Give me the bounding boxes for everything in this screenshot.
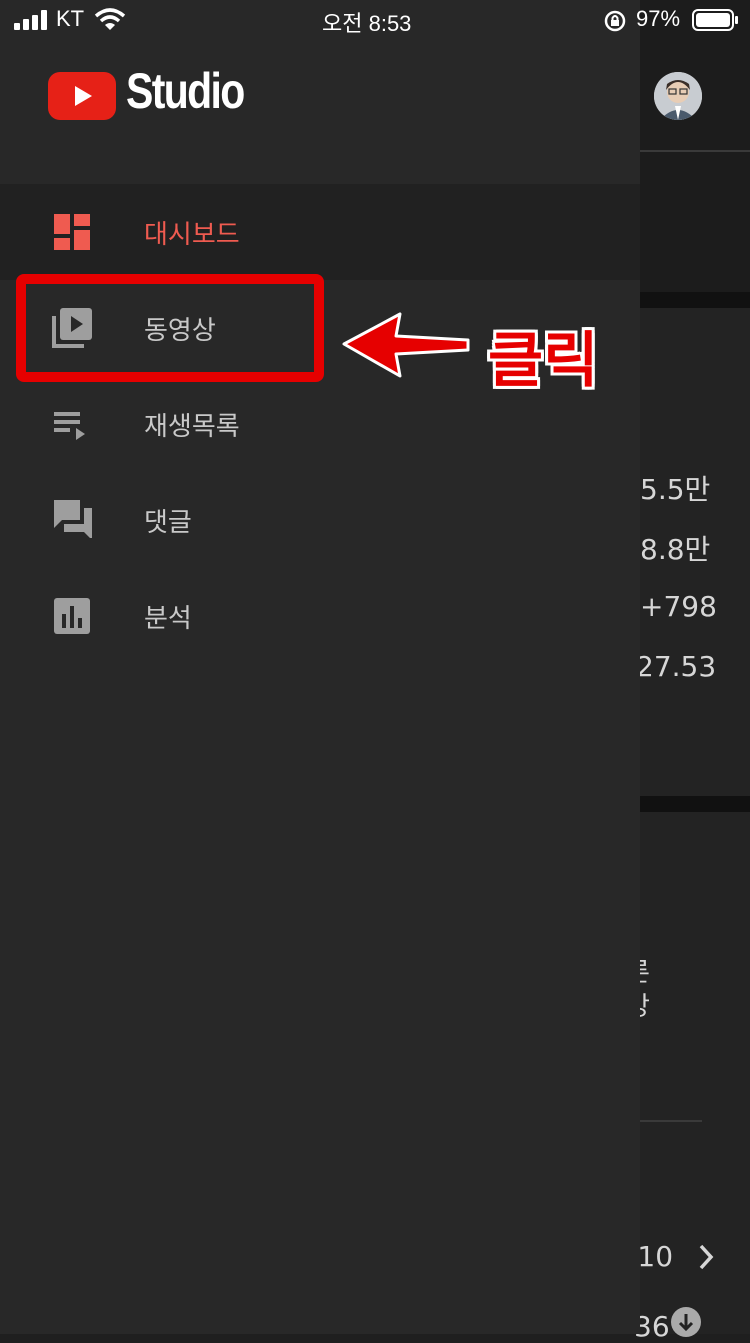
signal-icon — [14, 10, 47, 30]
nav-label: 대시보드 — [144, 220, 240, 250]
dashboard-icon — [54, 214, 90, 250]
drawer-header: Studio — [0, 40, 640, 184]
nav-item-dashboard[interactable]: 대시보드 — [0, 184, 640, 280]
card-divider — [640, 1120, 702, 1122]
carrier-label: KT — [56, 6, 85, 31]
status-bar: KT 오전 8:53 97% — [0, 0, 750, 40]
studio-logo-text: Studio — [126, 63, 245, 119]
chevron-right-icon[interactable] — [696, 1242, 718, 1272]
nav-label: 분석 — [144, 604, 192, 634]
wifi-icon — [94, 8, 126, 30]
avatar[interactable] — [654, 72, 702, 120]
rotation-lock-icon — [604, 10, 626, 32]
click-annotation-label: 클릭 — [488, 326, 599, 396]
analytics-icon — [54, 598, 90, 634]
nav-label: 재생목록 — [144, 412, 240, 442]
battery-icon — [692, 9, 738, 31]
stat-value: 8.8만 — [640, 533, 711, 566]
comments-icon — [54, 500, 92, 538]
arrow-left-icon — [342, 312, 470, 378]
stat-value: 5.5만 — [640, 473, 711, 506]
battery-percent: 97% — [636, 6, 681, 31]
section-divider — [640, 796, 750, 812]
navigation-drawer: Studio 대시보드 동영상 재생목록 댓글 분석 — [0, 0, 640, 1334]
nav-item-analytics[interactable]: 분석 — [0, 568, 640, 664]
section-divider — [640, 292, 750, 308]
nav-label: 댓글 — [144, 508, 192, 538]
header-divider — [640, 150, 750, 152]
stat-value: +798 — [640, 590, 717, 623]
highlight-box — [16, 274, 324, 382]
nav-item-comments[interactable]: 댓글 — [0, 472, 640, 568]
stat-value: 27.53 — [636, 650, 717, 683]
playlist-icon — [54, 412, 85, 440]
download-icon[interactable] — [670, 1306, 702, 1338]
clock: 오전 8:53 — [322, 11, 412, 36]
youtube-logo-icon — [48, 72, 116, 120]
